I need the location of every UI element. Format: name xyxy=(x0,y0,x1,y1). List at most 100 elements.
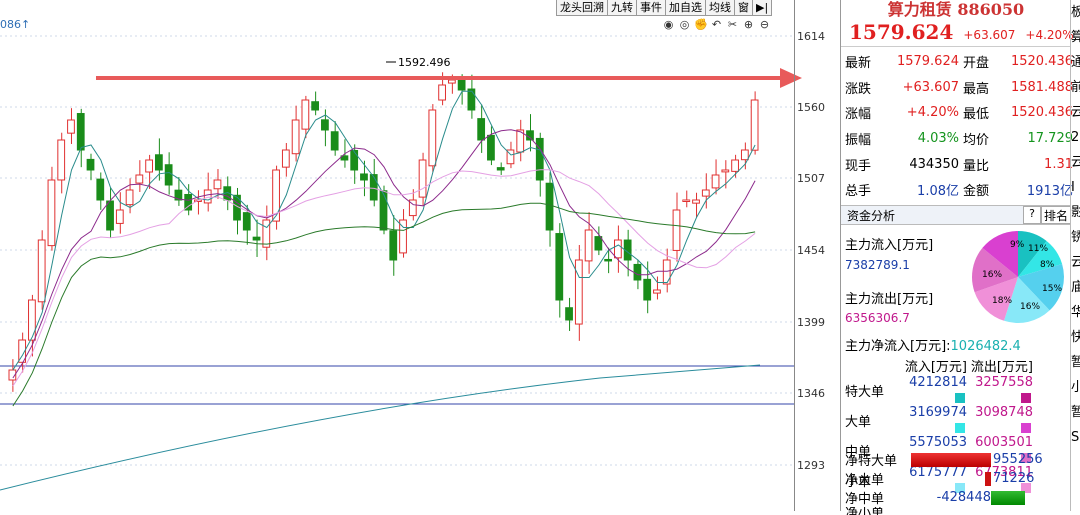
edge-char: 华 xyxy=(1071,300,1080,325)
candle-body xyxy=(360,173,368,181)
edge-char: 小 xyxy=(1071,375,1080,400)
main-inflow-label: 主力流入[万元] xyxy=(845,238,934,253)
long-moving-average-line xyxy=(0,364,761,491)
candle-body xyxy=(418,159,427,198)
net-inflow-value: 1026482.4 xyxy=(950,339,1021,354)
rank-button[interactable]: 排名 xyxy=(1041,206,1071,224)
help-button[interactable]: ? xyxy=(1023,206,1041,224)
fist-icon[interactable]: ✊ xyxy=(694,18,708,31)
kline-chart-area[interactable]: 1592.496 086↑ 龙头回溯 九转 事件 加自选 均线 窗 ▶| ◉ ◎… xyxy=(0,0,840,511)
candle-body xyxy=(106,200,114,231)
quote-label: 均价 xyxy=(963,133,990,149)
eye-add-icon[interactable]: ◎ xyxy=(678,18,691,31)
quote-value: 1913亿 xyxy=(1026,184,1073,200)
quote-value: 1579.624 xyxy=(896,54,959,70)
net-row: 净中单 -428448 xyxy=(845,488,1043,507)
minus-circle-icon[interactable]: ⊖ xyxy=(758,18,771,31)
price-change: +63.607 xyxy=(963,28,1016,42)
kline-chart[interactable]: 1592.496 xyxy=(0,0,840,511)
quote-label: 总手 xyxy=(845,184,872,200)
candle-body xyxy=(242,212,251,231)
plus-circle-icon[interactable]: ⊕ xyxy=(742,18,755,31)
inflow-value: 5575053 xyxy=(909,435,967,450)
candle-body xyxy=(330,131,339,151)
fund-analysis-title: 资金分析 xyxy=(847,209,896,223)
color-swatch xyxy=(955,422,965,433)
candle-body xyxy=(477,118,486,141)
candle-body xyxy=(467,88,476,111)
price-tick: 1507 xyxy=(797,172,825,185)
net-label: 净特大单 xyxy=(845,454,898,469)
quote-label: 现手 xyxy=(845,158,872,174)
eye-icon[interactable]: ◉ xyxy=(662,18,675,31)
net-row: 净大单 71226 xyxy=(845,469,1043,488)
quote-value: 1581.488 xyxy=(1010,79,1073,95)
chart-toolbar: 龙头回溯 九转 事件 加自选 均线 窗 ▶| xyxy=(556,0,773,16)
quote-label: 量比 xyxy=(963,158,990,174)
net-label: 净小单 xyxy=(845,507,885,515)
main-outflow-label: 主力流出[万元] xyxy=(845,292,934,307)
candle-body xyxy=(115,209,124,224)
edge-char: 云 xyxy=(1071,150,1080,175)
net-row: 净特大单 955256 xyxy=(845,450,1043,469)
tool-nine-turn[interactable]: 九转 xyxy=(608,0,637,16)
candle-body xyxy=(76,113,85,151)
quote-label: 涨跌 xyxy=(845,81,872,97)
quote-row: 涨跌 +63.607 最高 1581.488 xyxy=(841,75,1073,101)
quote-value: 1520.436 xyxy=(1010,54,1073,70)
candle-body xyxy=(135,174,144,184)
scissors-icon[interactable]: ✂ xyxy=(726,18,739,31)
row-label: 特大单 xyxy=(845,384,885,400)
quote-panel: 算力租赁 886050 1579.624 +63.607 +4.20% 最新 15… xyxy=(840,0,1074,515)
candle-body xyxy=(203,189,212,204)
undo-icon[interactable]: ↶ xyxy=(710,18,723,31)
high-annotation: 1592.496 xyxy=(398,56,451,69)
tool-events[interactable]: 事件 xyxy=(637,0,666,16)
edge-char: 通 xyxy=(1071,50,1080,75)
tool-window[interactable]: 窗 xyxy=(735,0,753,16)
tool-add-watchlist[interactable]: 加自选 xyxy=(666,0,706,16)
candle-body xyxy=(145,159,153,173)
current-price: 1579.624 xyxy=(849,20,954,44)
tool-end[interactable]: ▶| xyxy=(753,0,773,16)
candle-body xyxy=(438,84,446,101)
candle-body xyxy=(614,239,622,259)
outflow-value: 6003501 xyxy=(975,435,1033,450)
candle-body xyxy=(672,209,681,251)
candle-body xyxy=(594,236,603,251)
candle-body xyxy=(125,189,134,206)
candle-body xyxy=(213,179,222,190)
pie-label: 16% xyxy=(1020,302,1040,312)
candle-body xyxy=(584,229,593,262)
candle-body xyxy=(311,101,320,111)
edge-char: I xyxy=(1071,180,1075,195)
stock-header: 算力租赁 886050 xyxy=(841,0,1071,20)
candle-body xyxy=(740,149,749,161)
pie-label: 8% xyxy=(1040,260,1055,270)
price-axis: 1614 1560 1507 1454 1399 1346 1293 xyxy=(794,0,841,511)
tool-moving-average[interactable]: 均线 xyxy=(706,0,735,16)
candle-body xyxy=(731,159,739,172)
net-flow-bars: 净特大单 955256 净大单 71226 净中单 -428448 净小单 xyxy=(845,450,1043,515)
pie-label: 9% xyxy=(1010,240,1025,250)
candle-body xyxy=(262,219,271,248)
quote-label: 金额 xyxy=(963,184,990,200)
candle-body xyxy=(457,77,466,91)
fund-table-header: 流入[万元] 流出[万元] xyxy=(845,356,1033,375)
chart-icon-bar: ◉ ◎ ✊ ↶ ✂ ⊕ ⊖ xyxy=(662,18,771,31)
tool-dragon-review[interactable]: 龙头回溯 xyxy=(557,0,608,16)
price-tick: 1614 xyxy=(797,30,825,43)
net-bar xyxy=(985,471,991,486)
quote-value: 1520.436 xyxy=(1010,105,1073,121)
edge-char: 云 xyxy=(1071,100,1080,125)
edge-char: 暂 xyxy=(1071,400,1080,425)
quote-label: 最新 xyxy=(845,56,872,72)
candle-body xyxy=(447,79,456,84)
quote-row: 总手 1.08亿 金额 1913亿 xyxy=(841,177,1073,203)
inflow-value: 4212814 xyxy=(909,375,967,390)
quote-summary: 1579.624 +63.607 +4.20% xyxy=(841,20,1074,47)
main-inflow-value: 7382789.1 xyxy=(845,258,910,272)
edge-char: 算 xyxy=(1071,25,1080,50)
candle-body xyxy=(526,130,534,141)
candle-body xyxy=(96,178,105,201)
